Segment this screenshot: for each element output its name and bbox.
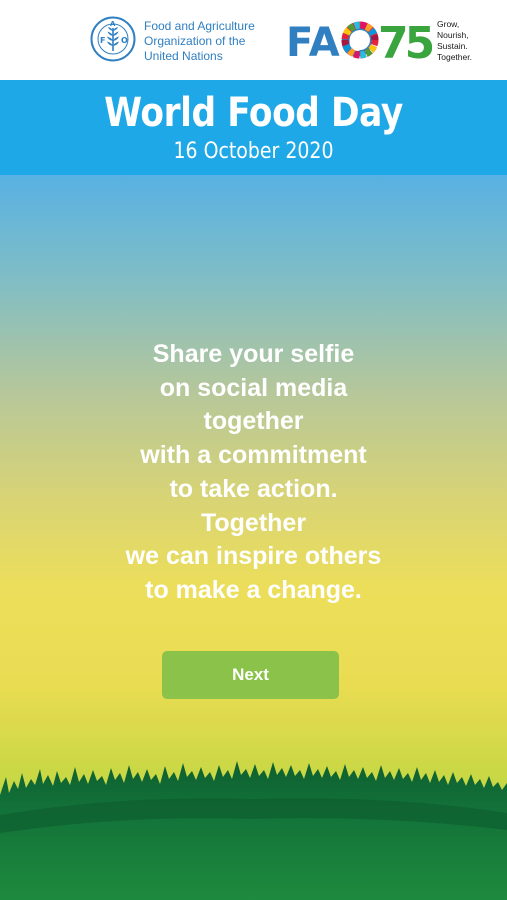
org-name-line: Food and Agriculture	[144, 19, 255, 33]
message-line: Share your selfie	[152, 340, 355, 368]
svg-text:F: F	[100, 36, 105, 45]
fao75-logo: FAO 75	[286, 18, 432, 64]
title-banner: World Food Day 16 October 2020	[0, 80, 507, 175]
message-line: to make a change.	[145, 575, 362, 604]
tagline-line: Together.	[437, 52, 472, 62]
grass-illustration	[0, 761, 507, 900]
tagline-line: Sustain.	[437, 41, 468, 51]
tagline-line: Grow,	[437, 19, 460, 29]
message-line: together	[203, 407, 304, 436]
fao75-number: 75	[378, 18, 432, 64]
header: F O A Food and Agriculture Organization …	[0, 0, 507, 80]
org-name-line: United Nations	[144, 49, 223, 63]
event-date: 16 October 2020	[173, 139, 334, 164]
fao-emblem-icon: F O A	[90, 16, 136, 62]
message-line: with a commitment	[140, 441, 367, 470]
instruction-message: Share your selfie on social media togeth…	[0, 338, 507, 608]
org-name: Food and Agriculture Organization of the…	[144, 19, 284, 64]
next-button[interactable]: Next	[162, 651, 339, 699]
svg-text:A: A	[110, 20, 116, 28]
message-line: we can inspire others	[125, 542, 382, 571]
svg-text:O: O	[121, 36, 128, 45]
page-title: World Food Day	[104, 90, 403, 136]
tagline-line: Nourish,	[437, 30, 469, 40]
message-line: on social media	[159, 373, 348, 402]
message-line: to take action.	[169, 474, 338, 503]
org-name-line: Organization of the	[144, 34, 246, 48]
message-line: Together	[200, 508, 307, 537]
tagline: Grow, Nourish, Sustain. Together.	[437, 19, 503, 63]
